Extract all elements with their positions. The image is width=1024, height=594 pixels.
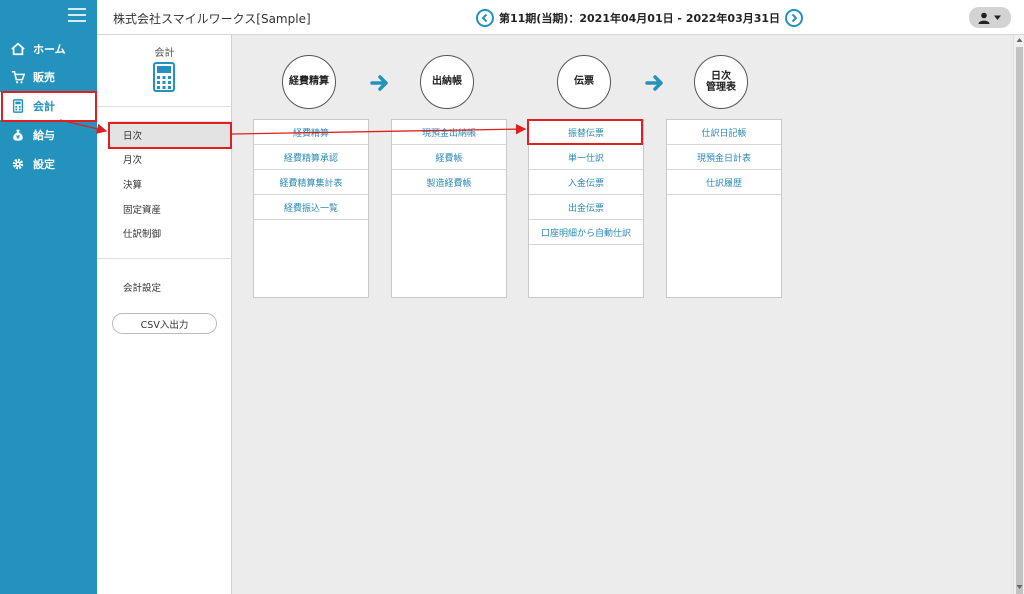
scrollbar-thumb[interactable] [1016,47,1023,594]
annotation-arrows [59,119,527,135]
annotation-arrow [231,123,527,135]
scroll-down-icon[interactable] [1016,584,1023,590]
scroll-up-icon[interactable] [1016,37,1023,43]
annotation-arrow [59,119,108,134]
vertical-scrollbar[interactable] [1013,35,1024,594]
